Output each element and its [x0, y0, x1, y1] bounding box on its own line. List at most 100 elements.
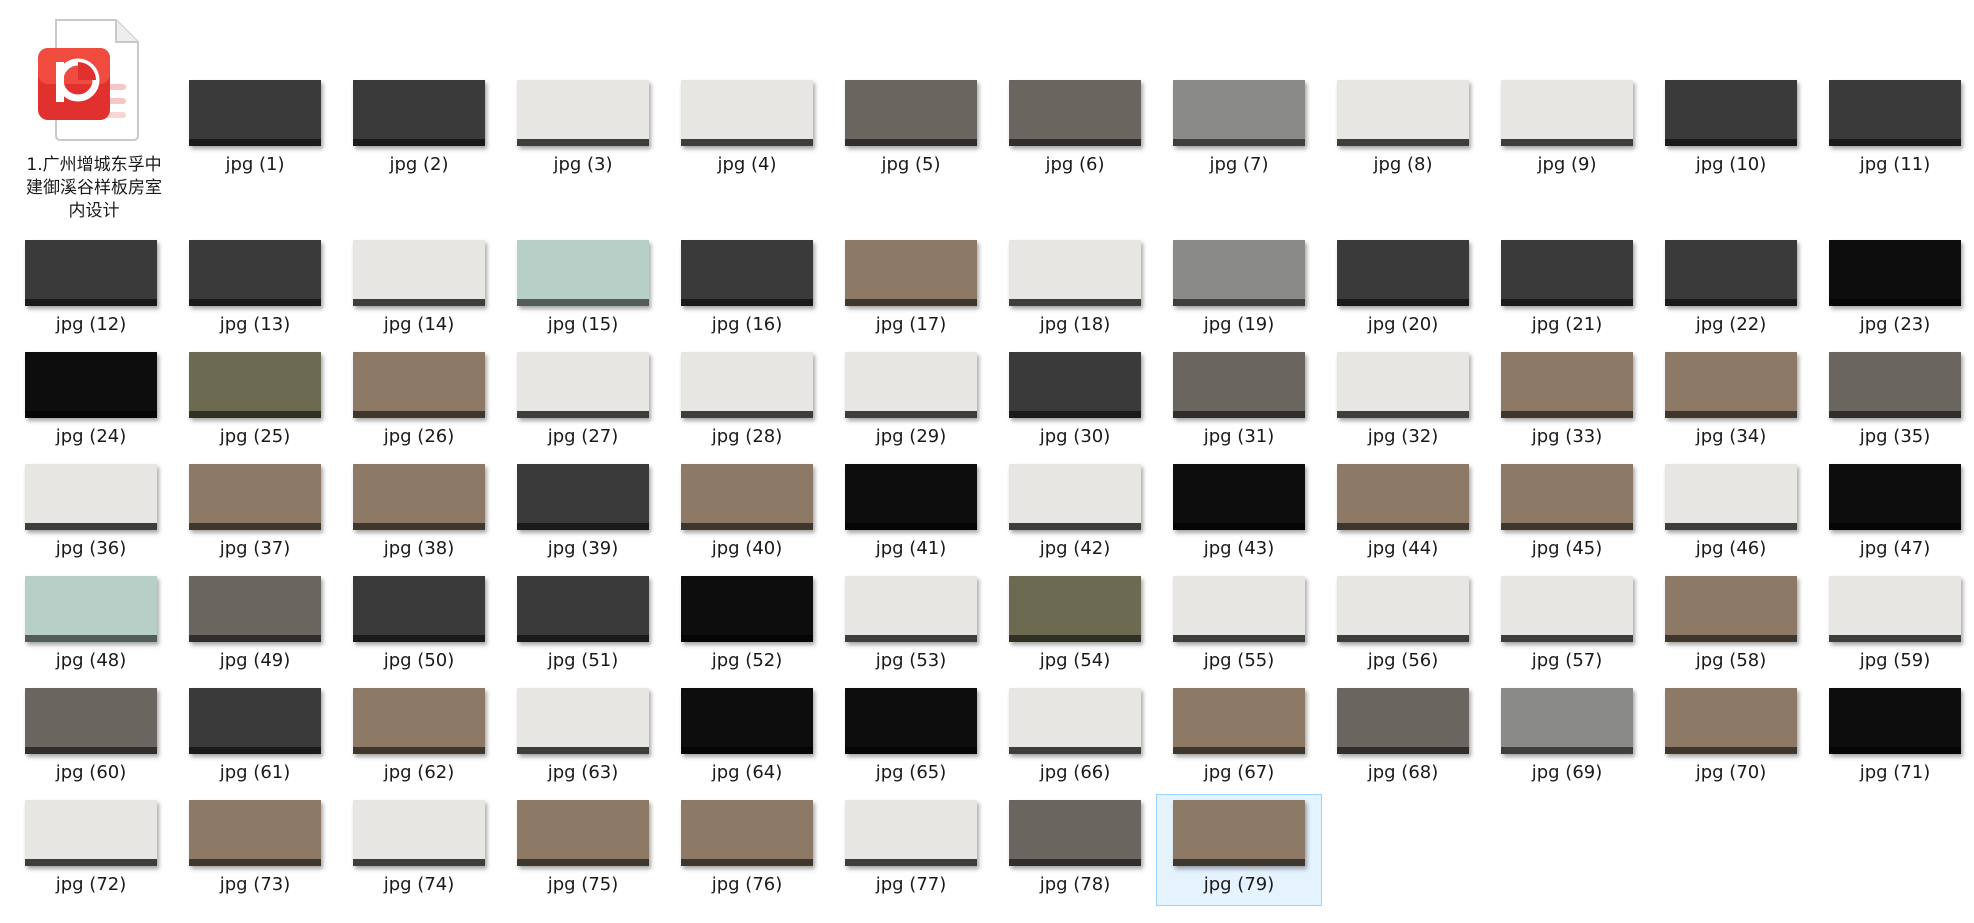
image-file-name: jpg (58) [1695, 650, 1767, 671]
image-file-item[interactable]: jpg (79) [1156, 794, 1322, 906]
image-thumbnail [353, 688, 485, 754]
image-thumbnail [353, 240, 485, 306]
image-file-item[interactable]: jpg (25) [173, 352, 337, 448]
image-file-item[interactable]: jpg (7) [1157, 80, 1321, 176]
image-file-item[interactable]: jpg (12) [9, 240, 173, 336]
image-thumbnail [845, 800, 977, 866]
image-file-item[interactable]: jpg (51) [501, 576, 665, 672]
image-file-item[interactable]: jpg (69) [1485, 688, 1649, 784]
image-thumbnail [189, 240, 321, 306]
image-file-item[interactable]: jpg (30) [993, 352, 1157, 448]
image-file-item[interactable]: jpg (16) [665, 240, 829, 336]
image-file-item[interactable]: jpg (52) [665, 576, 829, 672]
image-file-item[interactable]: jpg (44) [1321, 464, 1485, 560]
image-thumbnail [845, 80, 977, 146]
image-thumbnail [1173, 80, 1305, 146]
image-file-item[interactable]: jpg (75) [501, 800, 665, 896]
image-file-item[interactable]: jpg (6) [993, 80, 1157, 176]
image-file-name: jpg (53) [875, 650, 947, 671]
image-file-item[interactable]: jpg (29) [829, 352, 993, 448]
image-file-item[interactable]: jpg (24) [9, 352, 173, 448]
image-thumbnail [1829, 688, 1961, 754]
image-file-item[interactable]: jpg (42) [993, 464, 1157, 560]
image-file-item[interactable]: jpg (4) [665, 80, 829, 176]
image-file-item[interactable]: jpg (34) [1649, 352, 1813, 448]
image-file-item[interactable]: jpg (46) [1649, 464, 1813, 560]
image-file-item[interactable]: jpg (9) [1485, 80, 1649, 176]
image-file-item[interactable]: jpg (56) [1321, 576, 1485, 672]
image-file-item[interactable]: jpg (53) [829, 576, 993, 672]
image-file-item[interactable]: jpg (43) [1157, 464, 1321, 560]
image-file-item[interactable]: jpg (39) [501, 464, 665, 560]
image-file-item[interactable]: jpg (72) [9, 800, 173, 896]
image-thumbnail [1009, 352, 1141, 418]
image-file-item[interactable]: jpg (20) [1321, 240, 1485, 336]
image-thumbnail [189, 800, 321, 866]
image-file-item[interactable]: jpg (61) [173, 688, 337, 784]
image-file-item[interactable]: jpg (65) [829, 688, 993, 784]
image-file-item[interactable]: jpg (38) [337, 464, 501, 560]
image-file-item[interactable]: jpg (32) [1321, 352, 1485, 448]
image-file-item[interactable]: jpg (58) [1649, 576, 1813, 672]
image-file-item[interactable]: jpg (22) [1649, 240, 1813, 336]
image-file-item[interactable]: jpg (11) [1813, 80, 1974, 176]
image-file-item[interactable]: jpg (73) [173, 800, 337, 896]
image-file-item[interactable]: jpg (67) [1157, 688, 1321, 784]
image-file-item[interactable]: jpg (76) [665, 800, 829, 896]
image-file-item[interactable]: jpg (26) [337, 352, 501, 448]
image-file-item[interactable]: jpg (35) [1813, 352, 1974, 448]
image-file-item[interactable]: jpg (2) [337, 80, 501, 176]
image-file-item[interactable]: jpg (49) [173, 576, 337, 672]
image-file-item[interactable]: jpg (55) [1157, 576, 1321, 672]
image-file-item[interactable]: jpg (57) [1485, 576, 1649, 672]
image-file-item[interactable]: jpg (36) [9, 464, 173, 560]
image-thumbnail [845, 240, 977, 306]
image-file-item[interactable]: jpg (45) [1485, 464, 1649, 560]
image-thumbnail [353, 352, 485, 418]
image-file-item[interactable]: jpg (41) [829, 464, 993, 560]
image-file-name: jpg (69) [1531, 762, 1603, 783]
image-file-item[interactable]: jpg (48) [9, 576, 173, 672]
image-file-item[interactable]: jpg (40) [665, 464, 829, 560]
image-thumbnail [517, 688, 649, 754]
image-file-item[interactable]: jpg (54) [993, 576, 1157, 672]
image-file-item[interactable]: jpg (19) [1157, 240, 1321, 336]
image-file-item[interactable]: jpg (60) [9, 688, 173, 784]
image-file-item[interactable]: jpg (78) [993, 800, 1157, 896]
image-file-item[interactable]: jpg (63) [501, 688, 665, 784]
image-file-item[interactable]: jpg (33) [1485, 352, 1649, 448]
image-file-item[interactable]: jpg (74) [337, 800, 501, 896]
image-file-item[interactable]: jpg (31) [1157, 352, 1321, 448]
image-file-item[interactable]: jpg (23) [1813, 240, 1974, 336]
image-thumbnail [845, 352, 977, 418]
image-file-item[interactable]: jpg (71) [1813, 688, 1974, 784]
image-file-item[interactable]: jpg (68) [1321, 688, 1485, 784]
image-file-item[interactable]: jpg (17) [829, 240, 993, 336]
image-file-item[interactable]: jpg (1) [173, 80, 337, 176]
image-file-item[interactable]: jpg (64) [665, 688, 829, 784]
image-file-item[interactable]: jpg (37) [173, 464, 337, 560]
ppt-file-item[interactable]: 1.广州增城东孚中建御溪谷样板房室内设计 [14, 14, 174, 223]
image-file-item[interactable]: jpg (62) [337, 688, 501, 784]
image-thumbnail [189, 464, 321, 530]
image-file-item[interactable]: jpg (59) [1813, 576, 1974, 672]
image-file-name: jpg (21) [1531, 314, 1603, 335]
image-file-item[interactable]: jpg (66) [993, 688, 1157, 784]
image-file-item[interactable]: jpg (77) [829, 800, 993, 896]
image-file-item[interactable]: jpg (70) [1649, 688, 1813, 784]
image-file-item[interactable]: jpg (50) [337, 576, 501, 672]
image-thumbnail [1173, 464, 1305, 530]
image-file-item[interactable]: jpg (13) [173, 240, 337, 336]
image-file-item[interactable]: jpg (15) [501, 240, 665, 336]
image-file-item[interactable]: jpg (10) [1649, 80, 1813, 176]
image-file-item[interactable]: jpg (3) [501, 80, 665, 176]
image-file-item[interactable]: jpg (18) [993, 240, 1157, 336]
image-file-item[interactable]: jpg (27) [501, 352, 665, 448]
image-file-item[interactable]: jpg (47) [1813, 464, 1974, 560]
image-file-item[interactable]: jpg (5) [829, 80, 993, 176]
image-file-item[interactable]: jpg (21) [1485, 240, 1649, 336]
image-file-item[interactable]: jpg (14) [337, 240, 501, 336]
file-grid: 1.广州增城东孚中建御溪谷样板房室内设计 jpg (1) jpg (2) jpg (… [0, 0, 1974, 923]
image-file-item[interactable]: jpg (28) [665, 352, 829, 448]
image-file-item[interactable]: jpg (8) [1321, 80, 1485, 176]
